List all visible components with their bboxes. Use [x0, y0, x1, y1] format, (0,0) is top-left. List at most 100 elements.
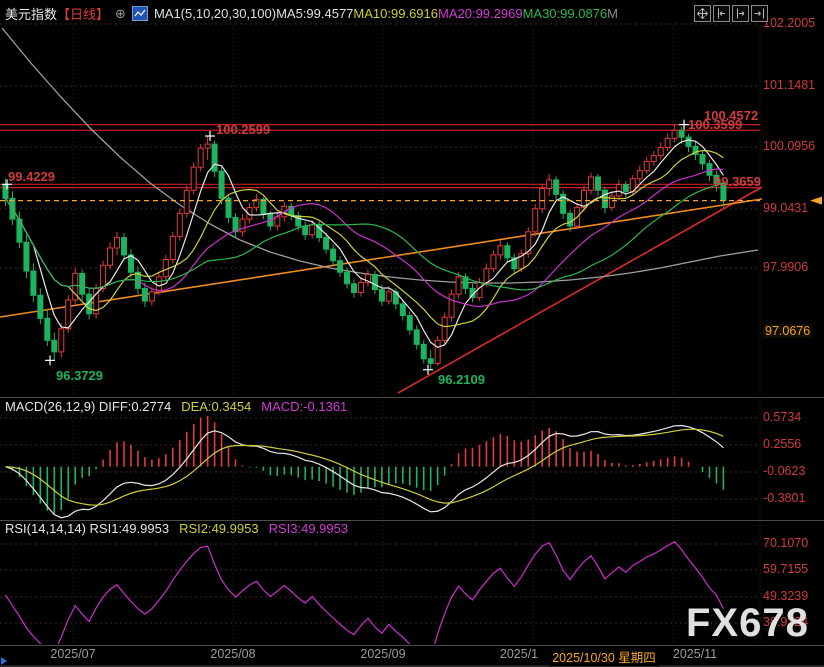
chart-canvas[interactable]: 99.4229100.2599100.4572100.359999.365996… — [0, 0, 824, 667]
last-price-arrow — [810, 197, 822, 205]
ma20-line — [6, 169, 724, 306]
rsi-value: RSI3:49.9953 — [269, 521, 349, 536]
candle-body — [149, 292, 154, 301]
candle-body — [219, 171, 224, 198]
fx678-watermark: FX678 — [686, 601, 809, 646]
candle-body — [686, 137, 691, 146]
pan-move-icon[interactable] — [694, 5, 711, 22]
ma-readout: MA1(5,10,20,30,100)MA5:99.4577MA10:99.69… — [154, 6, 618, 21]
candle-body — [442, 317, 447, 340]
candle-body — [128, 255, 133, 272]
candle-body — [540, 189, 545, 209]
candle-body — [665, 138, 670, 147]
candle-body — [588, 177, 593, 190]
price-annotation: 99.4229 — [8, 169, 55, 184]
candle-body — [421, 344, 426, 358]
candle-body — [331, 249, 336, 261]
candle-body — [498, 246, 503, 255]
macd-axis-tick: 0.2556 — [763, 437, 801, 451]
candle-body — [456, 277, 461, 294]
price-annotation: 96.3729 — [56, 368, 103, 383]
pane-grow-right-icon[interactable] — [732, 5, 749, 22]
candle-body — [700, 154, 705, 163]
candle-body — [80, 273, 85, 294]
ma-value: MA30:99.0876 — [523, 6, 608, 21]
rsi-value: RSI(14,14,14) RSI1:49.9953 — [5, 521, 169, 536]
timeline-scroll-icon[interactable] — [1, 657, 7, 665]
candle-body — [352, 284, 357, 293]
candle-body — [24, 242, 29, 271]
candle-body — [338, 261, 343, 273]
candle-body — [400, 304, 405, 316]
instrument-title: 美元指数 — [5, 4, 57, 23]
pane-collapse-right-icon[interactable] — [751, 5, 768, 22]
pane-shrink-left-icon[interactable] — [713, 5, 730, 22]
candles-layer — [3, 125, 726, 370]
macd-axis-tick: 0.5734 — [763, 410, 801, 424]
candle-body — [38, 295, 43, 318]
candle-body — [59, 329, 64, 352]
candle-body — [547, 180, 552, 189]
ma-value: MA20:99.2969 — [438, 6, 523, 21]
crosshair-date-label: 2025/10/30 星期四 — [549, 647, 659, 666]
macd-axis-tick: -0.3801 — [763, 491, 805, 505]
candle-body — [52, 340, 57, 352]
macd-layer — [6, 416, 724, 518]
candle-body — [177, 213, 182, 236]
rsi-line — [6, 542, 724, 658]
price-annotation: 96.2109 — [438, 372, 485, 387]
candle-body — [407, 316, 412, 330]
candle-body — [275, 217, 280, 226]
candle-body — [163, 260, 168, 277]
rsi-axis-tick: 70.1070 — [763, 536, 808, 550]
price-annotation: 100.3599 — [688, 117, 742, 132]
candle-body — [345, 272, 350, 284]
ma-value: MA1(5,10,20,30,100) — [154, 6, 276, 21]
time-axis-tick: 2025/1 — [500, 647, 538, 661]
candle-body — [31, 271, 36, 295]
time-axis-tick: 2025/11 — [673, 647, 717, 661]
ma5-line — [6, 140, 724, 347]
candle-body — [672, 130, 677, 138]
candle-body — [435, 340, 440, 363]
price-axis-tick: 97.9906 — [763, 260, 808, 274]
rsi-readout: RSI(14,14,14) RSI1:49.9953RSI2:49.9953RS… — [5, 521, 358, 536]
candle-body — [568, 213, 573, 226]
candle-body — [121, 238, 126, 255]
candle-body — [386, 292, 391, 301]
ma-value: M — [607, 6, 618, 21]
candle-body — [205, 144, 210, 148]
rsi-axis-tick: 59.7155 — [763, 562, 808, 576]
price-axis-tick: 100.0956 — [763, 139, 815, 153]
candle-body — [623, 184, 628, 191]
candle-body — [66, 300, 71, 329]
chart-toolbar — [694, 5, 768, 22]
candle-body — [651, 156, 656, 162]
candle-body — [240, 219, 245, 232]
ma-value: MA10:99.6916 — [353, 6, 438, 21]
candle-body — [45, 318, 50, 340]
candle-body — [533, 209, 538, 232]
time-axis-tick: 2025/07 — [50, 647, 95, 661]
candle-body — [261, 199, 266, 214]
candle-body — [184, 190, 189, 213]
macd-value: DEA:0.3454 — [181, 399, 251, 414]
candle-body — [637, 171, 642, 179]
macd-value: MACD:-0.1361 — [261, 399, 347, 414]
candle-body — [198, 148, 203, 167]
chart-style-icon[interactable] — [132, 6, 148, 21]
rsi-layer — [6, 542, 724, 658]
trading-chart-window: { "header": { "title": "美元指数", "period":… — [0, 0, 824, 667]
circle-plus-icon[interactable]: ⊕ — [115, 6, 126, 22]
ma-value: MA5:99.4577 — [276, 6, 353, 21]
price-annotation: 100.2599 — [216, 122, 270, 137]
macd-readout: MACD(26,12,9) DIFF:0.2774DEA:0.3454MACD:… — [5, 399, 357, 414]
period-selector[interactable]: 【日线】 — [57, 4, 109, 23]
candle-body — [358, 283, 363, 293]
macd-axis-tick: -0.0623 — [763, 464, 805, 478]
time-axis-tick: 2025/08 — [210, 647, 255, 661]
candle-body — [554, 180, 559, 194]
candle-body — [108, 248, 113, 265]
candle-body — [310, 225, 315, 235]
candle-body — [379, 290, 384, 302]
